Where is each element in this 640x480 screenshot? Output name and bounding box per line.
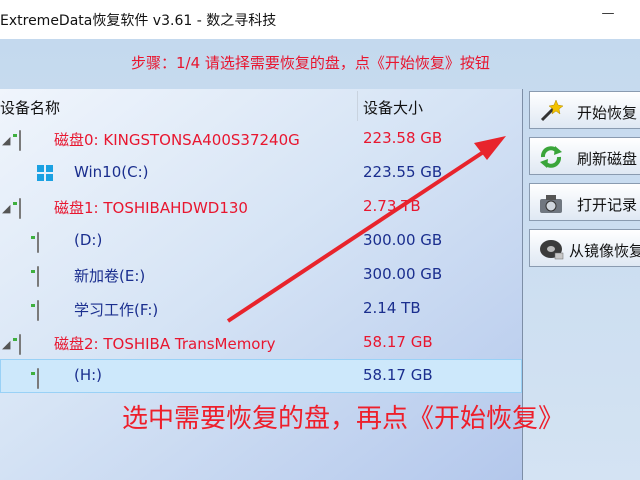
table-row-disk1[interactable]: ◢ 磁盘1: TOSHIBAHDWD130 2.73 TB (0, 190, 522, 224)
window-title: ExtremeData恢复软件 v3.61 - 数之寻科技 (0, 13, 277, 29)
column-header-device-size[interactable]: 设备大小 (363, 97, 423, 118)
device-size: 223.55 GB (363, 163, 443, 181)
collapse-arrow-icon[interactable]: ◢ (2, 134, 10, 147)
device-name: 学习工作(F:) (74, 301, 159, 319)
minimize-button[interactable]: — (596, 6, 620, 26)
step-instruction: 步骤：1/4 请选择需要恢复的盘，点《开始恢复》按钮 (131, 54, 490, 72)
button-label: 刷新磁盘 (577, 150, 638, 168)
open-record-button[interactable]: 打开记录 (529, 183, 640, 221)
windows-logo-icon (37, 165, 63, 181)
refresh-icon (537, 143, 565, 171)
magic-wand-icon (537, 97, 565, 125)
drive-icon (37, 232, 63, 253)
table-row-partition-c[interactable]: Win10(C:) 223.55 GB (0, 156, 522, 190)
table-row-partition-e[interactable]: 新加卷(E:) 300.00 GB (0, 258, 522, 292)
disk-image-icon (537, 235, 565, 263)
hard-disk-icon (19, 334, 45, 355)
device-size: 300.00 GB (363, 231, 443, 249)
refresh-disk-button[interactable]: 刷新磁盘 (529, 137, 640, 175)
drive-icon (37, 368, 63, 389)
column-header-device-name[interactable]: 设备名称 (0, 97, 60, 118)
device-name: (H:) (74, 366, 103, 384)
collapse-arrow-icon[interactable]: ◢ (2, 338, 10, 351)
collapse-arrow-icon[interactable]: ◢ (2, 202, 10, 215)
button-label: 开始恢复 (577, 104, 638, 122)
device-name: 磁盘1: TOSHIBAHDWD130 (54, 199, 248, 217)
restore-from-image-button[interactable]: 从镜像恢复 (529, 229, 640, 267)
device-size: 300.00 GB (363, 265, 443, 283)
title-bar: ExtremeData恢复软件 v3.61 - 数之寻科技 — (0, 0, 640, 39)
device-name: 新加卷(E:) (74, 267, 146, 285)
start-recovery-button[interactable]: 开始恢复 (529, 91, 640, 129)
hard-disk-icon (19, 198, 45, 219)
device-name: Win10(C:) (74, 163, 149, 181)
column-divider[interactable] (357, 91, 358, 121)
table-row-disk2[interactable]: ◢ 磁盘2: TOSHIBA TransMemory 58.17 GB (0, 326, 522, 360)
table-row-disk0[interactable]: ◢ 磁盘0: KINGSTONSA400S37240G 223.58 GB (0, 122, 522, 156)
device-name: 磁盘2: TOSHIBA TransMemory (54, 335, 276, 353)
annotation-caption: 选中需要恢复的盘，再点《开始恢复》 (122, 404, 565, 434)
device-size: 223.58 GB (363, 129, 443, 147)
device-size: 58.17 GB (363, 333, 433, 351)
table-row-partition-h[interactable]: (H:) 58.17 GB (0, 359, 522, 393)
device-size: 58.17 GB (363, 366, 433, 384)
table-row-partition-f[interactable]: 学习工作(F:) 2.14 TB (0, 292, 522, 326)
device-name: (D:) (74, 231, 103, 249)
camera-icon (537, 189, 565, 217)
button-label: 打开记录 (577, 196, 638, 214)
button-label: 从镜像恢复 (569, 242, 640, 260)
drive-icon (37, 300, 63, 321)
drive-icon (37, 266, 63, 287)
device-size: 2.73 TB (363, 197, 421, 215)
table-row-partition-d[interactable]: (D:) 300.00 GB (0, 224, 522, 258)
hard-disk-icon (19, 130, 45, 151)
device-size: 2.14 TB (363, 299, 421, 317)
device-name: 磁盘0: KINGSTONSA400S37240G (54, 131, 300, 149)
